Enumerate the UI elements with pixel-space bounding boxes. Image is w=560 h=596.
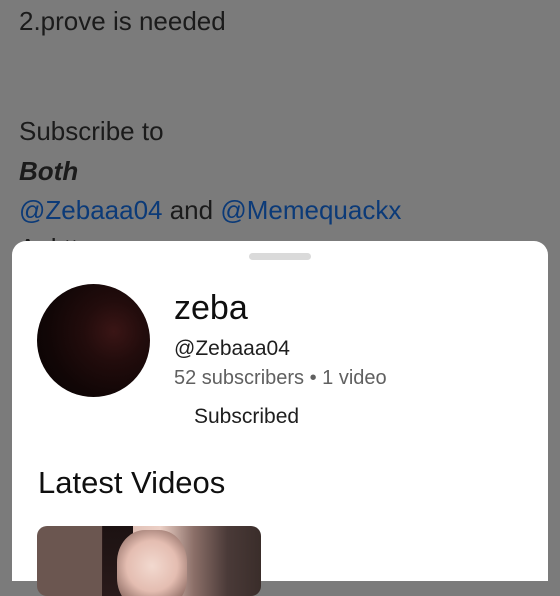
mention-link-zebaaa04[interactable]: @Zebaaa04 [19,195,163,225]
subscribed-button[interactable]: Subscribed [174,401,319,433]
thumbnail-face [117,530,187,596]
channel-handle: @Zebaaa04 [174,337,290,360]
video-thumbnail[interactable] [37,526,261,596]
post-line-both: Both [19,156,79,186]
channel-name[interactable]: zeba [174,289,248,328]
latest-videos-heading: Latest Videos [38,465,226,500]
drag-handle[interactable] [249,253,311,260]
channel-bottom-sheet: zeba @Zebaaa04 52 subscribers • 1 video … [12,241,548,596]
channel-avatar[interactable] [37,284,150,397]
post-line-prove: 2.prove is needed [19,6,226,36]
mention-link-memequackx[interactable]: @Memequackx [220,195,401,225]
post-line-mentions: @Zebaaa04 and @Memequackx [19,195,401,226]
and-text: and [162,195,221,225]
post-line-subscribe: Subscribe to [19,116,164,146]
channel-stats: 52 subscribers • 1 video [174,367,387,389]
